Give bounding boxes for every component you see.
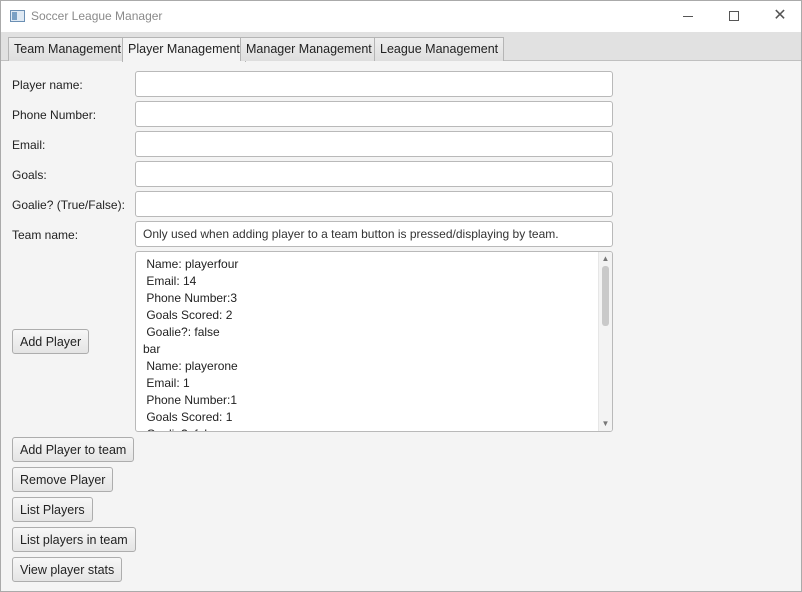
team-name-label: Team name: <box>12 228 79 242</box>
email-label: Email: <box>12 138 46 152</box>
goals-label: Goals: <box>12 168 47 182</box>
scroll-up-icon[interactable]: ▲ <box>599 253 612 265</box>
phone-number-input[interactable] <box>135 101 613 127</box>
close-button[interactable]: ✕ <box>757 1 802 31</box>
list-players-button[interactable]: List Players <box>12 497 93 522</box>
tab-player-management[interactable]: Player Management <box>122 37 246 62</box>
scroll-thumb[interactable] <box>602 266 609 326</box>
scroll-down-icon[interactable]: ▼ <box>599 418 612 430</box>
window-title: Soccer League Manager <box>31 9 163 23</box>
list-players-in-team-button[interactable]: List players in team <box>12 527 136 552</box>
player-name-label: Player name: <box>12 78 83 92</box>
goals-input[interactable] <box>135 161 613 187</box>
goalie-label: Goalie? (True/False): <box>12 198 125 212</box>
add-player-to-team-button[interactable]: Add Player to team <box>12 437 135 462</box>
minimize-button[interactable] <box>665 1 711 31</box>
team-name-input[interactable] <box>135 221 613 247</box>
email-input[interactable] <box>135 131 613 157</box>
tab-manager-management[interactable]: Manager Management <box>240 37 378 61</box>
remove-player-button[interactable]: Remove Player <box>12 467 114 492</box>
maximize-icon <box>729 11 739 21</box>
add-player-button[interactable]: Add Player <box>12 329 90 354</box>
app-icon <box>10 10 25 22</box>
output-scrollbar[interactable]: ▲ ▼ <box>598 252 612 431</box>
tab-team-management[interactable]: Team Management <box>8 37 128 61</box>
tab-league-management[interactable]: League Management <box>374 37 505 61</box>
app-window: Soccer League Manager ✕ Team Management … <box>0 0 802 592</box>
phone-number-label: Phone Number: <box>12 108 97 122</box>
close-icon: ✕ <box>773 7 787 24</box>
maximize-button[interactable] <box>711 1 757 31</box>
view-player-stats-button[interactable]: View player stats <box>12 557 123 582</box>
title-bar: Soccer League Manager ✕ <box>1 1 801 32</box>
goalie-input[interactable] <box>135 191 613 217</box>
tab-strip: Team Management Player Management Manage… <box>1 32 801 62</box>
output-textarea[interactable]: Name: playerfour Email: 14 Phone Number:… <box>135 251 613 432</box>
player-name-input[interactable] <box>135 71 613 97</box>
output-text: Name: playerfour Email: 14 Phone Number:… <box>143 257 239 431</box>
minimize-icon <box>683 15 693 17</box>
